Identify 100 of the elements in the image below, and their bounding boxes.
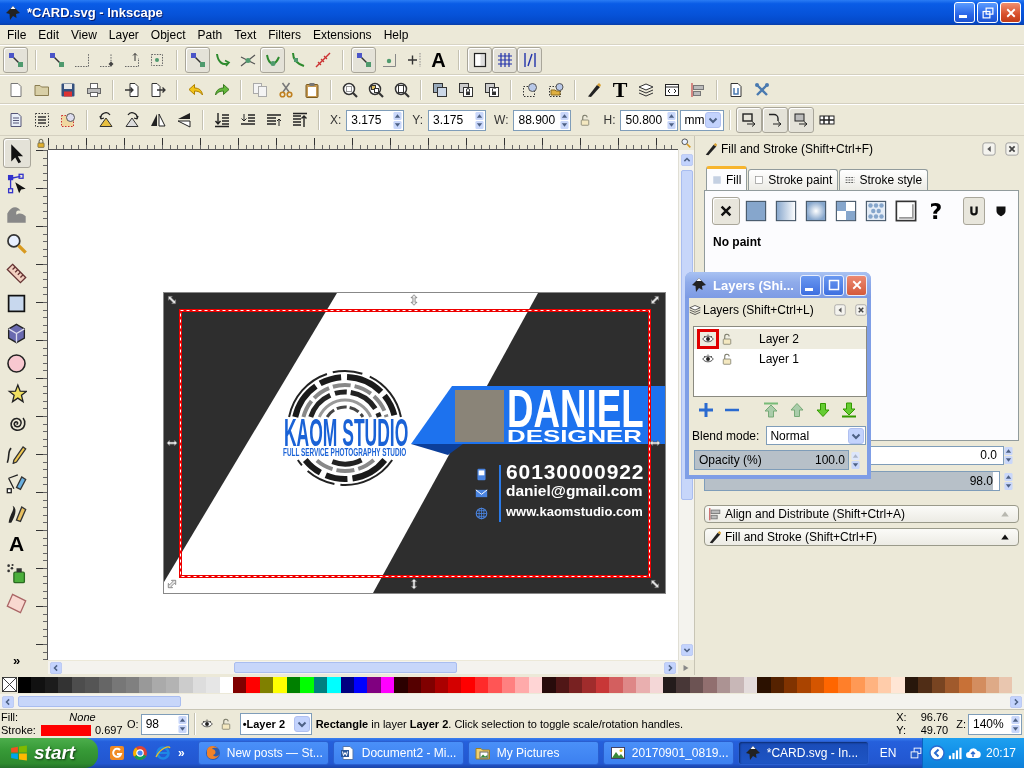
triangle-left-box-icon[interactable] (982, 141, 996, 156)
spin-arrows-icon[interactable] (1004, 446, 1013, 465)
layer-dropdown[interactable]: •Layer 2 (239, 713, 312, 735)
more-tools-button[interactable]: » (12, 653, 21, 668)
tool-button[interactable]: A (2, 528, 31, 558)
snap-toggle-button[interactable] (492, 47, 517, 73)
letter-e-globe-icon[interactable] (155, 745, 171, 761)
chevron-box-left-icon[interactable] (50, 661, 62, 674)
color-swatch-icon[interactable] (703, 676, 717, 693)
more-shortcuts-button[interactable]: » (178, 746, 185, 760)
snap-toggle-button[interactable] (517, 47, 542, 73)
color-swatch-icon[interactable] (878, 676, 892, 693)
spin-field[interactable]: 3.175 (428, 109, 487, 131)
double-arrow-icon[interactable] (166, 294, 178, 306)
start-button[interactable]: start (0, 738, 98, 768)
scroll-thumb[interactable] (234, 662, 457, 673)
plus-icon[interactable] (698, 402, 714, 418)
language-indicator[interactable]: EN (879, 746, 897, 760)
chevron-box-right-icon[interactable] (1010, 695, 1022, 708)
palette-scrollbar[interactable] (0, 694, 1024, 709)
color-swatch-icon[interactable] (421, 676, 435, 693)
menu-item[interactable]: Layer (102, 27, 145, 42)
color-swatch-icon[interactable] (891, 676, 905, 693)
tile-icon[interactable] (109, 745, 125, 761)
color-swatch-icon[interactable] (461, 676, 475, 693)
eye-icon[interactable] (702, 333, 714, 345)
spin-arrows-icon[interactable] (393, 110, 403, 130)
menu-item[interactable]: Filters (262, 27, 307, 42)
stroke-swatch-icon[interactable] (41, 725, 91, 736)
color-swatch-icon[interactable] (582, 676, 596, 693)
spin-arrows-icon[interactable] (667, 110, 677, 130)
color-swatch-icon[interactable] (246, 676, 260, 693)
open-padlock-icon[interactable] (219, 718, 232, 730)
paint-type-button[interactable] (712, 197, 740, 225)
arrow-down-bar-icon[interactable] (841, 402, 857, 418)
color-swatch-icon[interactable] (797, 676, 811, 693)
snap-toggle-button[interactable] (185, 47, 210, 73)
panel-tab[interactable]: Stroke paint (748, 169, 839, 190)
color-swatch-icon[interactable] (300, 676, 314, 693)
zoom-spin-field[interactable]: 140% (968, 713, 1022, 735)
panel-tab[interactable]: Stroke style (839, 169, 929, 190)
color-swatch-icon[interactable] (179, 676, 193, 693)
minimize-button[interactable] (800, 274, 821, 296)
snap-toggle-button[interactable] (351, 47, 376, 73)
maximize-button[interactable] (823, 274, 844, 296)
double-arrow-icon[interactable] (649, 437, 661, 449)
color-swatch-icon[interactable] (730, 676, 744, 693)
toggle-button[interactable] (736, 107, 763, 133)
selection-rectangle[interactable] (179, 309, 651, 578)
horizontal-scrollbar[interactable] (48, 661, 678, 674)
arrow-down-icon[interactable] (815, 402, 831, 418)
restore-button[interactable] (977, 2, 998, 23)
double-arrow-icon[interactable] (166, 437, 178, 449)
layer-row[interactable]: Layer 1 (694, 349, 866, 369)
layer-row[interactable]: Layer 2 (694, 329, 866, 349)
open-padlock-icon[interactable] (579, 114, 592, 126)
double-arrow-icon[interactable] (649, 294, 661, 306)
color-swatch-icon[interactable] (112, 676, 126, 693)
taskbar-window-button[interactable]: *CARD.svg - In... (737, 741, 869, 765)
open-padlock-icon[interactable] (721, 353, 733, 365)
opacity-spin-field[interactable]: 98 (140, 713, 189, 735)
panel-tab[interactable]: Fill (706, 166, 748, 190)
scroll-thumb[interactable] (18, 696, 181, 707)
color-swatch-icon[interactable] (851, 676, 865, 693)
spin-arrows-icon[interactable] (560, 110, 570, 130)
color-swatch-icon[interactable] (918, 676, 932, 693)
spin-arrows-icon[interactable] (851, 450, 860, 470)
signal-bars-icon[interactable] (948, 746, 963, 760)
ring-icon[interactable] (132, 745, 148, 761)
color-swatch-icon[interactable] (609, 676, 623, 693)
color-swatch-icon[interactable] (31, 676, 45, 693)
menu-item[interactable]: Help (377, 27, 415, 42)
two-windows-icon[interactable] (910, 747, 923, 759)
menu-item[interactable]: Path (191, 27, 229, 42)
color-swatch-icon[interactable] (757, 676, 771, 693)
color-swatch-icon[interactable] (448, 676, 462, 693)
menu-item[interactable]: View (65, 27, 103, 42)
color-swatch-icon[interactable] (542, 676, 556, 693)
spin-arrows-icon[interactable] (177, 714, 187, 734)
color-swatch-icon[interactable] (663, 676, 677, 693)
small-triangle-right-icon[interactable] (682, 663, 690, 672)
color-swatch-icon[interactable] (394, 676, 408, 693)
open-padlock-icon[interactable] (721, 333, 733, 345)
blend-mode-dropdown[interactable]: Normal (766, 426, 867, 445)
snap-toggle-button[interactable]: A (426, 47, 451, 73)
padlock-icon[interactable] (35, 138, 46, 148)
menu-item[interactable]: Object (144, 27, 192, 42)
circle-arrow-left-icon[interactable] (929, 745, 946, 761)
snap-toggle-button[interactable] (3, 47, 28, 73)
no-color-swatch-icon[interactable] (2, 677, 17, 692)
color-swatch-icon[interactable] (515, 676, 529, 693)
color-swatch-icon[interactable] (824, 676, 838, 693)
text-button[interactable]: T (607, 76, 633, 103)
unset-paint-button[interactable]: ? (922, 197, 950, 225)
eye-icon[interactable] (702, 353, 714, 365)
docked-dialog-bar[interactable]: Fill and Stroke (Shift+Ctrl+F) (704, 528, 1019, 546)
double-arrow-icon[interactable] (649, 578, 661, 590)
menu-item[interactable]: Text (228, 27, 263, 42)
color-swatch-icon[interactable] (206, 676, 220, 693)
cross-box-icon[interactable] (1005, 141, 1019, 156)
